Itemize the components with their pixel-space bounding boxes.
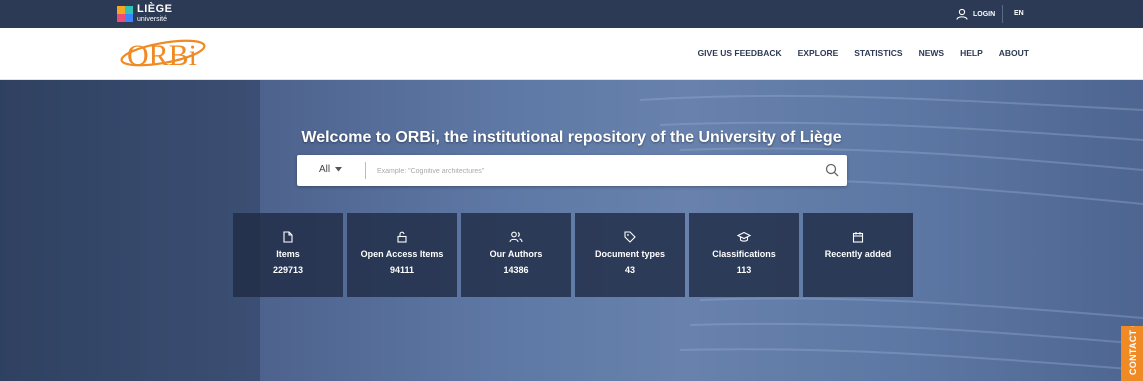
tag-icon	[624, 231, 636, 243]
search-icon[interactable]	[825, 163, 839, 177]
stat-label: Classifications	[712, 249, 776, 259]
top-bar: LIÈGE université LOGIN EN	[0, 0, 1143, 28]
main-nav: GIVE US FEEDBACK EXPLORE STATISTICS NEWS…	[698, 48, 1029, 58]
stat-count: 94111	[389, 265, 415, 275]
university-logo-mark	[117, 5, 133, 22]
stat-card-authors[interactable]: Our Authors 14386	[461, 213, 571, 297]
open-lock-icon	[397, 231, 407, 243]
stat-label: Recently added	[824, 249, 892, 259]
stat-label: Items	[276, 249, 300, 259]
contact-orbi-label: CONTACT ORBi	[1128, 326, 1138, 375]
stat-card-document-types[interactable]: Document types 43	[575, 213, 685, 297]
language-selector[interactable]: EN	[1014, 10, 1024, 17]
stat-count: 229713	[272, 265, 304, 275]
calendar-icon	[852, 232, 864, 243]
university-subtitle: université	[137, 16, 167, 23]
login-button[interactable]: LOGIN	[956, 8, 995, 20]
nav-about[interactable]: ABOUT	[999, 48, 1029, 58]
hero-banner: Welcome to ORBi, the institutional repos…	[0, 80, 1143, 381]
search-input[interactable]	[375, 161, 819, 182]
orbi-logo[interactable]: ORBi	[117, 34, 209, 72]
graduation-cap-icon	[737, 231, 751, 242]
topbar-divider	[1002, 5, 1003, 23]
users-icon	[509, 231, 523, 243]
stat-label: Our Authors	[489, 249, 543, 259]
stat-count: 14386	[503, 265, 529, 275]
caret-down-icon	[335, 167, 343, 172]
search-scope-label: All	[319, 164, 331, 175]
stat-count: 113	[736, 265, 752, 275]
login-label: LOGIN	[973, 10, 996, 18]
stat-card-recently-added[interactable]: Recently added	[803, 213, 913, 297]
stat-card-items[interactable]: Items 229713	[233, 213, 343, 297]
contact-orbi-tab[interactable]: CONTACT ORBi	[1121, 326, 1143, 381]
stat-label: Open Access Items	[360, 249, 444, 259]
search-divider	[365, 162, 366, 179]
nav-news[interactable]: NEWS	[919, 48, 945, 58]
hero-title: Welcome to ORBi, the institutional repos…	[301, 129, 842, 146]
main-navbar: ORBi GIVE US FEEDBACK EXPLORE STATISTICS…	[0, 28, 1143, 80]
search-bar: All	[297, 155, 847, 186]
nav-give-us-feedback[interactable]: GIVE US FEEDBACK	[698, 48, 782, 58]
user-icon	[956, 8, 968, 20]
file-icon	[283, 231, 293, 243]
search-scope-dropdown[interactable]: All	[319, 164, 343, 175]
orbi-logo-text: ORBi	[127, 39, 197, 72]
university-logo[interactable]: LIÈGE université	[117, 4, 173, 23]
stat-count: 43	[624, 265, 635, 275]
nav-help[interactable]: HELP	[960, 48, 983, 58]
stat-card-classifications[interactable]: Classifications 113	[689, 213, 799, 297]
stat-card-open-access[interactable]: Open Access Items 94111	[347, 213, 457, 297]
university-name: LIÈGE	[137, 3, 173, 15]
stats-cards: Items 229713 Open Access Items 94111 Our…	[233, 213, 913, 297]
stat-label: Document types	[594, 249, 665, 259]
nav-statistics[interactable]: STATISTICS	[854, 48, 902, 58]
nav-explore[interactable]: EXPLORE	[798, 48, 839, 58]
